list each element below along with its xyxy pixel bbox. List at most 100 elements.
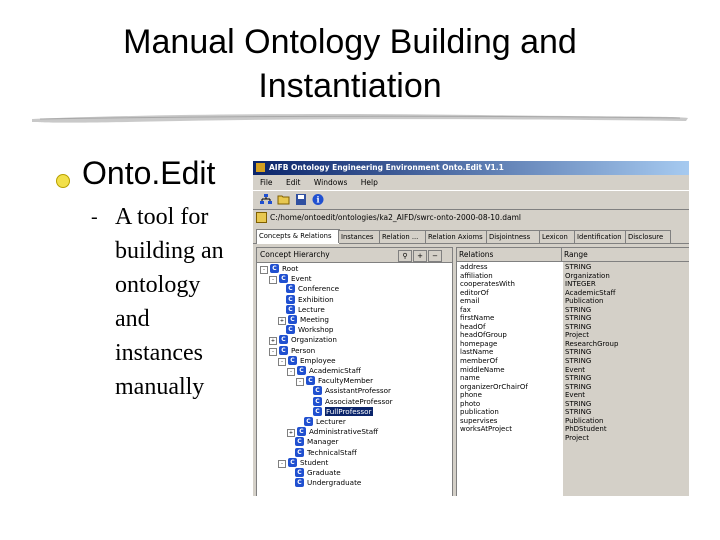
range-cell[interactable]: AcademicStaff (565, 289, 689, 298)
tree-node[interactable]: + C AdministrativeStaff (287, 427, 378, 438)
tree-node-label: Undergraduate (307, 478, 362, 488)
relation-cell[interactable]: publication (460, 408, 560, 417)
relation-cell[interactable]: organizerOrChairOf (460, 383, 560, 392)
relation-cell[interactable]: name (460, 374, 560, 383)
range-cell[interactable]: Event (565, 391, 689, 400)
tree-node[interactable]: - C AcademicStaff (287, 366, 361, 376)
tab-relation-axioms[interactable]: Relation Axioms (425, 230, 489, 243)
range-cell[interactable]: Event (565, 366, 689, 375)
window-titlebar[interactable]: AIFB Ontology Engineering Environment On… (253, 161, 689, 175)
tab-relation[interactable]: Relation ... (379, 230, 427, 243)
relation-cell[interactable]: affiliation (460, 272, 560, 281)
range-cell[interactable]: Project (565, 434, 689, 443)
relation-cell[interactable]: fax (460, 306, 560, 315)
tree-node[interactable]: + C Organization (269, 335, 337, 346)
tree-node[interactable]: + C Meeting (278, 315, 329, 325)
info-icon[interactable]: i (311, 193, 325, 206)
relation-cell[interactable]: homepage (460, 340, 560, 349)
open-folder-icon[interactable] (277, 193, 291, 206)
range-cell[interactable]: STRING (565, 323, 689, 332)
tree-node-label: AssociateProfessor (325, 396, 393, 406)
relation-cell[interactable]: editorOf (460, 289, 560, 298)
range-cell[interactable]: STRING (565, 400, 689, 409)
tree-node[interactable]: C Undergraduate (287, 478, 361, 488)
relation-cell[interactable]: phone (460, 391, 560, 400)
expand-icon[interactable]: + (269, 337, 277, 346)
relations-header[interactable]: Relations (457, 248, 562, 262)
range-cell[interactable]: Publication (565, 417, 689, 426)
range-cell[interactable]: INTEGER (565, 280, 689, 289)
hierarchy-icon[interactable] (259, 193, 273, 206)
range-cell[interactable]: Organization (565, 272, 689, 281)
collapse-icon[interactable]: - (278, 357, 286, 366)
range-cell[interactable]: STRING (565, 263, 689, 272)
tree-node[interactable]: C FullProfessor (305, 406, 373, 417)
tree-node[interactable]: - C Employee (278, 355, 336, 366)
relation-cell[interactable]: address (460, 263, 560, 272)
range-cell[interactable]: Publication (565, 297, 689, 306)
tree-node[interactable]: C Exhibition (278, 294, 334, 305)
relation-cell[interactable]: memberOf (460, 357, 560, 366)
tree-node[interactable]: - C Person (269, 345, 315, 356)
add-icon[interactable]: + (413, 250, 427, 262)
tree-node[interactable]: C AssociateProfessor (305, 396, 393, 407)
relation-cell[interactable]: cooperatesWith (460, 280, 560, 289)
tree-node[interactable]: C TechnicalStaff (287, 447, 357, 458)
collapse-icon[interactable]: - (260, 266, 268, 274)
relation-cell[interactable]: worksAtProject (460, 425, 560, 434)
relation-cell[interactable]: headOfGroup (460, 331, 560, 340)
leaf-spacer (296, 419, 302, 425)
tab-instances[interactable]: Instances (338, 230, 382, 243)
range-cell[interactable]: Project (565, 331, 689, 340)
tab-concepts-relations[interactable]: Concepts & Relations (256, 229, 340, 244)
tree-node[interactable]: C Conference (278, 284, 339, 294)
collapse-icon[interactable]: - (296, 378, 304, 387)
relation-cell[interactable]: headOf (460, 323, 560, 332)
tree-node[interactable]: C AssistantProfessor (305, 386, 391, 396)
range-cell[interactable]: STRING (565, 306, 689, 315)
collapse-icon[interactable]: - (287, 368, 295, 376)
tree-node[interactable]: - C Root (260, 264, 298, 274)
tree-node[interactable]: - C FacultyMember (296, 376, 373, 387)
range-cell[interactable]: ResearchGroup (565, 340, 689, 349)
collapse-icon[interactable]: - (278, 459, 286, 468)
tree-node[interactable]: - C Event (269, 274, 312, 285)
save-icon[interactable] (294, 193, 308, 206)
range-cell[interactable]: STRING (565, 314, 689, 323)
tab-disclosure[interactable]: Disclosure (625, 230, 671, 243)
relation-cell[interactable]: middleName (460, 366, 560, 375)
range-cell[interactable]: PhDStudent (565, 425, 689, 434)
relation-cell[interactable]: email (460, 297, 560, 306)
tree-node[interactable]: C Lecture (278, 304, 325, 315)
menu-file[interactable]: File (260, 178, 273, 187)
tree-node[interactable]: C Workshop (278, 325, 333, 335)
relation-cell[interactable]: photo (460, 400, 560, 409)
expand-icon[interactable]: + (278, 317, 286, 325)
expand-icon[interactable]: + (287, 429, 295, 438)
tab-identification[interactable]: Identification (574, 230, 628, 243)
tab-disjointness[interactable]: Disjointness (486, 230, 542, 243)
relation-cell[interactable]: supervises (460, 417, 560, 426)
search-icon[interactable]: ⚲ (398, 250, 412, 262)
collapse-icon[interactable]: - (269, 276, 277, 285)
range-header[interactable]: Range (562, 248, 689, 262)
tree-node[interactable]: C Lecturer (296, 417, 346, 427)
menu-windows[interactable]: Windows (314, 178, 347, 187)
collapse-icon[interactable]: - (269, 347, 277, 356)
range-cell[interactable]: STRING (565, 374, 689, 383)
range-cell[interactable]: STRING (565, 383, 689, 392)
menu-help[interactable]: Help (361, 178, 378, 187)
concept-hierarchy-header: Concept Hierarchy ⚲ + − (257, 248, 452, 263)
range-cell[interactable]: STRING (565, 348, 689, 357)
tree-node[interactable]: - C Student (278, 457, 328, 468)
remove-icon[interactable]: − (428, 250, 442, 262)
range-cell[interactable]: STRING (565, 408, 689, 417)
relations-panel: Relations Range address affiliation cooper… (456, 247, 689, 496)
relation-cell[interactable]: lastName (460, 348, 560, 357)
tree-node[interactable]: C Manager (287, 437, 339, 447)
range-cell[interactable]: STRING (565, 357, 689, 366)
relation-cell[interactable]: firstName (460, 314, 560, 323)
tab-lexicon[interactable]: Lexicon (539, 230, 577, 243)
tree-node[interactable]: C Graduate (287, 468, 341, 478)
menu-edit[interactable]: Edit (286, 178, 301, 187)
